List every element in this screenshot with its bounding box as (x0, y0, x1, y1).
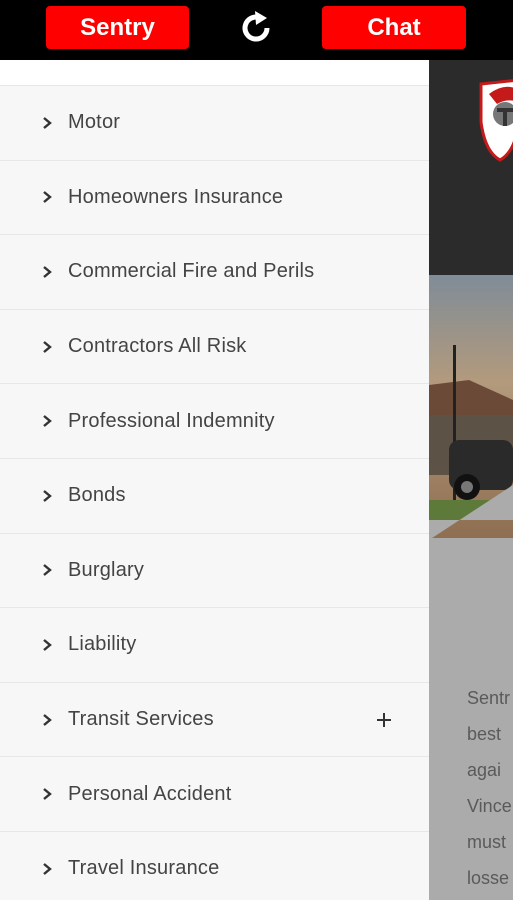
chevron-right-icon (43, 415, 52, 428)
menu-item-transit-services[interactable]: Transit Services (0, 681, 429, 757)
intro-paragraph: Sentr best agai Vince must losse (467, 688, 512, 888)
menu-item-label: Commercial Fire and Perils (68, 260, 315, 283)
menu-item-professional-indemnity[interactable]: Professional Indemnity (0, 383, 429, 458)
menu-item-label: Transit Services (68, 708, 214, 731)
sentry-button[interactable]: Sentry (46, 6, 189, 49)
chevron-right-icon (43, 862, 52, 875)
menu-item-label: Motor (68, 111, 121, 134)
chevron-right-icon (43, 788, 52, 801)
chevron-right-icon (43, 191, 52, 204)
background-page: Sentr best agai Vince must losse (429, 60, 513, 900)
menu-item-commercial-fire-and-perils[interactable]: Commercial Fire and Perils (0, 234, 429, 309)
chevron-right-icon (43, 489, 52, 502)
menu-item-label: Professional Indemnity (68, 409, 275, 432)
drawer-header (0, 60, 429, 85)
chevron-right-icon (43, 116, 52, 129)
menu-item-label: Travel Insurance (68, 857, 220, 880)
chevron-right-icon (43, 266, 52, 278)
menu-item-personal-accident[interactable]: Personal Accident (0, 756, 429, 831)
chevron-right-icon (43, 340, 52, 353)
menu-item-burglary[interactable]: Burglary (0, 532, 429, 608)
chevron-right-icon (43, 639, 52, 651)
menu-item-label: Liability (68, 633, 137, 656)
menu-item-label: Homeowners Insurance (68, 185, 284, 208)
site-header (429, 60, 513, 275)
chat-button[interactable]: Chat (322, 6, 466, 49)
plus-icon[interactable] (374, 710, 394, 730)
menu-item-label: Bonds (68, 484, 126, 507)
hero-image (429, 275, 513, 545)
navigation-drawer: Motor Homeowners Insurance Commercial Fi… (0, 60, 429, 900)
spartan-helmet-shield-logo (479, 79, 513, 162)
menu-item-label: Personal Accident (68, 782, 232, 805)
menu-item-motor[interactable]: Motor (0, 85, 429, 160)
menu-item-liability[interactable]: Liability (0, 607, 429, 682)
menu-item-label: Burglary (68, 558, 145, 581)
menu-item-travel-insurance[interactable]: Travel Insurance (0, 830, 429, 900)
menu-item-contractors-all-risk[interactable]: Contractors All Risk (0, 308, 429, 384)
menu-item-homeowners-insurance[interactable]: Homeowners Insurance (0, 159, 429, 235)
menu-item-label: Contractors All Risk (68, 335, 247, 358)
top-bar: Sentry Chat (0, 0, 513, 58)
chevron-right-icon (43, 564, 52, 577)
menu-item-bonds[interactable]: Bonds (0, 457, 429, 533)
refresh-icon[interactable] (236, 8, 276, 48)
chevron-right-icon (43, 713, 52, 726)
